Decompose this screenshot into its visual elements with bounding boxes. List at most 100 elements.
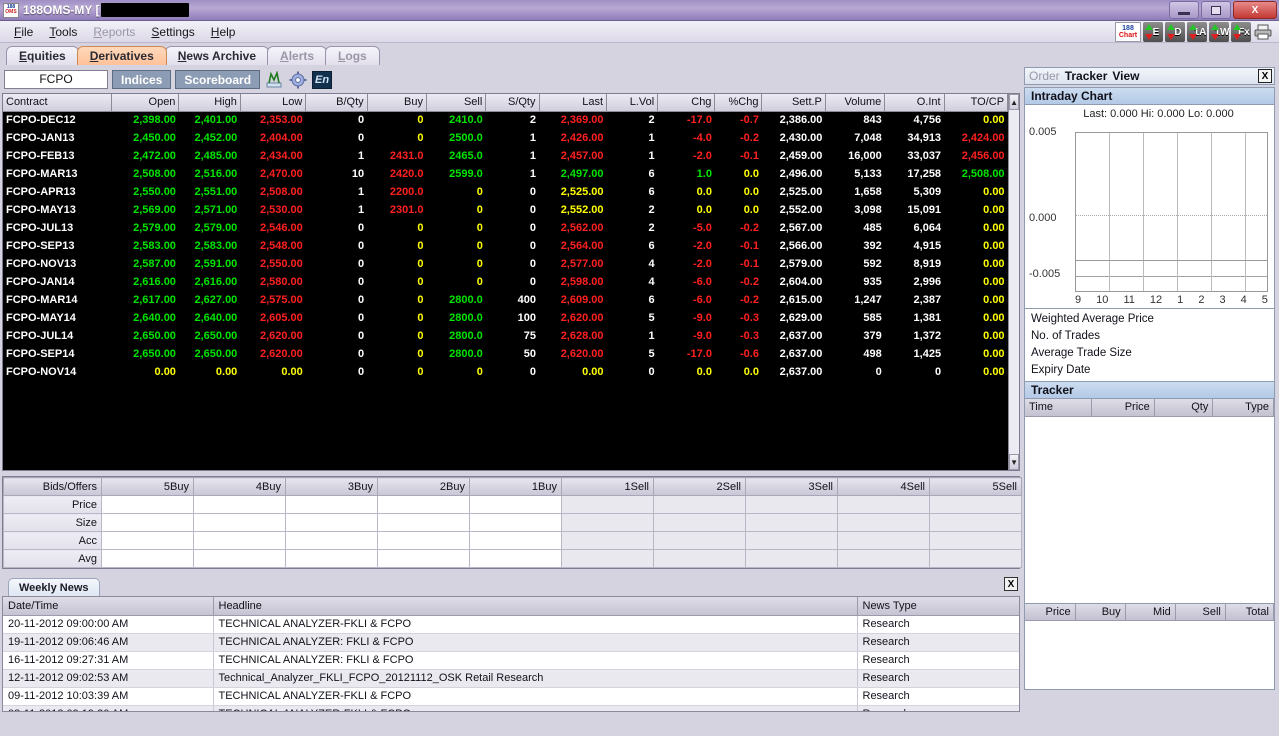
sidebar-tab-order[interactable]: Order	[1029, 69, 1060, 83]
sidebar-tab-view[interactable]: View	[1112, 69, 1139, 83]
depth-col-2sell[interactable]: 2Sell	[653, 477, 746, 496]
market-col-l-vol[interactable]: L.Vol	[606, 94, 659, 112]
scroll-up-icon[interactable]: ▲	[1009, 94, 1019, 110]
sidebar-close-icon[interactable]: X	[1258, 69, 1272, 83]
scroll-down-icon[interactable]: ▼	[1009, 454, 1019, 470]
market-table-row[interactable]: FCPO-JUL14 2,650.00 2,650.00 2,620.00 0 0 2800…	[3, 327, 1008, 345]
market-col-chg[interactable]: Chg	[657, 94, 716, 112]
depth-cell[interactable]	[745, 513, 838, 532]
market-col-o-int[interactable]: O.Int	[884, 94, 945, 112]
depth-cell[interactable]	[377, 495, 470, 514]
depth-cell[interactable]	[285, 549, 378, 568]
bottom-col-price[interactable]: Price	[1025, 603, 1076, 621]
tab-news-archive[interactable]: News Archive	[164, 46, 270, 65]
market-table-row[interactable]: FCPO-APR13 2,550.00 2,551.00 2,508.00 1 2200.…	[3, 183, 1008, 201]
market-col-buy[interactable]: Buy	[367, 94, 427, 112]
depth-cell[interactable]	[469, 495, 562, 514]
language-button[interactable]: En	[312, 70, 333, 89]
depth-cell[interactable]	[193, 495, 286, 514]
news-row[interactable]: 19-11-2012 09:06:46 AM TECHNICAL ANALYZER…	[3, 633, 1019, 652]
depth-cell[interactable]	[101, 513, 194, 532]
depth-cell[interactable]	[377, 531, 470, 550]
news-close-icon[interactable]: X	[1004, 577, 1018, 591]
market-col-contract[interactable]: Contract	[3, 94, 112, 112]
tracker-col-type[interactable]: Type	[1212, 399, 1274, 417]
tab-alerts[interactable]: Alerts	[267, 46, 328, 65]
market-table-row[interactable]: FCPO-MAR13 2,508.00 2,516.00 2,470.00 10 2420…	[3, 165, 1008, 183]
depth-cell[interactable]	[101, 531, 194, 550]
tracker-col-price[interactable]: Price	[1091, 399, 1155, 417]
market-col-b-qty[interactable]: B/Qty	[305, 94, 368, 112]
bottom-col-sell[interactable]: Sell	[1175, 603, 1226, 621]
depth-cell[interactable]	[929, 531, 1022, 550]
depth-cell[interactable]	[929, 513, 1022, 532]
depth-cell[interactable]	[929, 495, 1022, 514]
market-col-sett-p[interactable]: Sett.P	[761, 94, 826, 112]
depth-cell[interactable]	[377, 513, 470, 532]
close-button[interactable]: X	[1233, 1, 1277, 19]
sidebar-tab-tracker[interactable]: Tracker	[1065, 69, 1108, 83]
market-table-row[interactable]: FCPO-MAY13 2,569.00 2,571.00 2,530.00 1 2301.…	[3, 201, 1008, 219]
market-table-row[interactable]: FCPO-JAN13 2,450.00 2,452.00 2,404.00 0 0 2500…	[3, 129, 1008, 147]
derivatives-toolbar-icon[interactable]: D	[1165, 22, 1185, 42]
depth-col-5sell[interactable]: 5Sell	[929, 477, 1022, 496]
news-col-date-time[interactable]: Date/Time	[3, 597, 214, 616]
symbol-input[interactable]: FCPO	[4, 70, 108, 89]
depth-col-3sell[interactable]: 3Sell	[745, 477, 838, 496]
tab-weekly-news[interactable]: Weekly News	[8, 578, 100, 596]
market-col-volume[interactable]: Volume	[825, 94, 886, 112]
depth-cell[interactable]	[653, 549, 746, 568]
indices-button[interactable]: Indices	[112, 70, 172, 89]
news-row[interactable]: 12-11-2012 09:02:53 AM Technical_Analyzer…	[3, 669, 1019, 688]
depth-cell[interactable]	[469, 513, 562, 532]
tab-logs[interactable]: Logs	[325, 46, 380, 65]
tab-equities[interactable]: Equities	[6, 46, 79, 65]
depth-col-4buy[interactable]: 4Buy	[193, 477, 286, 496]
market-col-high[interactable]: High	[178, 94, 241, 112]
market-table-row[interactable]: FCPO-NOV13 2,587.00 2,591.00 2,550.00 0 0 0 0 2,…	[3, 255, 1008, 273]
depth-cell[interactable]	[101, 495, 194, 514]
equities-toolbar-icon[interactable]: E	[1143, 22, 1163, 42]
market-table-row[interactable]: FCPO-SEP14 2,650.00 2,650.00 2,620.00 0 0 2800…	[3, 345, 1008, 363]
chart-188-logo-icon[interactable]: 188 Chart	[1115, 22, 1141, 42]
market-col-last[interactable]: Last	[539, 94, 608, 112]
depth-cell[interactable]	[745, 549, 838, 568]
news-col-headline[interactable]: Headline	[213, 597, 858, 616]
depth-cell[interactable]	[561, 495, 654, 514]
bottom-col-total[interactable]: Total	[1225, 603, 1275, 621]
market-table-row[interactable]: FCPO-MAY14 2,640.00 2,640.00 2,605.00 0 0 2800…	[3, 309, 1008, 327]
depth-cell[interactable]	[285, 495, 378, 514]
market-col-s-qty[interactable]: S/Qty	[485, 94, 540, 112]
market-table-row[interactable]: FCPO-SEP13 2,583.00 2,583.00 2,548.00 0 0 0 0 2,…	[3, 237, 1008, 255]
depth-col-1buy[interactable]: 1Buy	[469, 477, 562, 496]
market-col-open[interactable]: Open	[111, 94, 180, 112]
one-w-toolbar-icon[interactable]: 1W	[1209, 22, 1230, 42]
depth-cell[interactable]	[193, 531, 286, 550]
news-row[interactable]: 16-11-2012 09:27:31 AM TECHNICAL ANALYZER…	[3, 651, 1019, 670]
depth-cell[interactable]	[285, 513, 378, 532]
menu-tools[interactable]: Tools	[41, 23, 85, 41]
menu-help[interactable]: Help	[203, 23, 244, 41]
market-col-sell[interactable]: Sell	[426, 94, 487, 112]
depth-col-2buy[interactable]: 2Buy	[377, 477, 470, 496]
news-row[interactable]: 09-11-2012 10:03:39 AM TECHNICAL ANALYZER…	[3, 687, 1019, 706]
market-table-scrollbar[interactable]: ▲ ▼	[1008, 94, 1019, 470]
bottom-col-mid[interactable]: Mid	[1125, 603, 1176, 621]
fx-toolbar-icon[interactable]: Fx	[1231, 22, 1251, 42]
market-table-row[interactable]: FCPO-NOV14 0.00 0.00 0.00 0 0 0 0 0.00 0 0.0 0.0 2,6…	[3, 363, 1008, 381]
printer-icon[interactable]	[1253, 22, 1275, 42]
market-table-row[interactable]: FCPO-DEC12 2,398.00 2,401.00 2,353.00 0 0 2410…	[3, 111, 1008, 129]
menu-file[interactable]: File	[6, 23, 41, 41]
depth-col-3buy[interactable]: 3Buy	[285, 477, 378, 496]
market-col-low[interactable]: Low	[240, 94, 307, 112]
depth-cell[interactable]	[653, 531, 746, 550]
depth-col-4sell[interactable]: 4Sell	[837, 477, 930, 496]
depth-cell[interactable]	[837, 513, 930, 532]
depth-cell[interactable]	[377, 549, 470, 568]
market-col-to-cp[interactable]: TO/CP	[944, 94, 1009, 112]
tracker-col-qty[interactable]: Qty	[1154, 399, 1214, 417]
depth-cell[interactable]	[193, 513, 286, 532]
scrollbar-track[interactable]	[1009, 110, 1019, 454]
market-col--chg[interactable]: %Chg	[714, 94, 763, 112]
gear-icon[interactable]	[288, 70, 308, 90]
